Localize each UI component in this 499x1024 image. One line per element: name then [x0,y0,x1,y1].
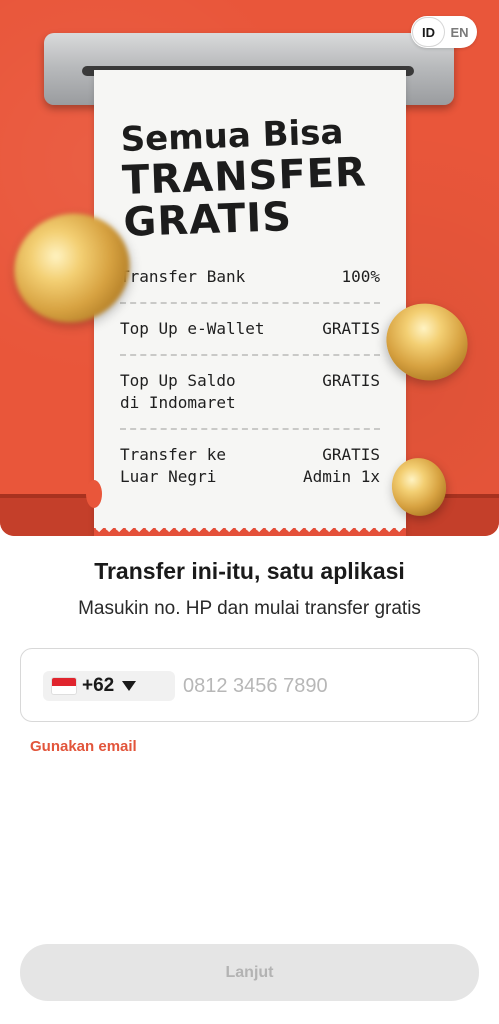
receipt-headline: Semua Bisa TRANSFER GRATIS [120,111,394,246]
receipt-notch-left [86,480,102,508]
use-email-link[interactable]: Gunakan email [30,738,137,755]
language-toggle[interactable]: ID EN [411,16,477,48]
receipt-row-label: Top Up Saldo di Indomaret [120,371,236,412]
hero-banner: Semua Bisa TRANSFER GRATIS Transfer Bank… [0,0,499,536]
receipt-row-value: GRATIS Admin 1x [302,445,380,486]
receipt-row: Top Up e-Wallet GRATIS [120,318,380,356]
language-option-id[interactable]: ID [413,18,444,46]
receipt-torn-edge [94,528,406,536]
receipt-row: Transfer ke Luar Negri GRATIS Admin 1x [120,444,380,502]
receipt-row-label: Top Up e-Wallet [120,319,265,338]
indonesia-flag-icon [52,678,76,694]
dial-code: +62 [82,675,115,696]
page-title: Transfer ini-itu, satu aplikasi [94,558,405,584]
receipt-row-value: 100% [341,267,380,286]
chevron-down-icon [122,681,137,691]
receipt-row-value: GRATIS [322,371,380,390]
receipt-row-value: GRATIS [322,319,380,338]
page-subtitle: Masukin no. HP dan mulai transfer gratis [78,598,421,619]
receipt-illustration: Semua Bisa TRANSFER GRATIS Transfer Bank… [86,70,414,536]
language-option-en[interactable]: EN [444,18,475,46]
country-code-selector[interactable]: +62 [43,671,175,701]
receipt-row-label: Transfer ke Luar Negri [120,445,226,486]
continue-button[interactable]: Lanjut [20,944,479,1001]
phone-field[interactable]: +62 [20,648,479,722]
headline-line-3: GRATIS [122,194,293,246]
receipt-rows: Transfer Bank 100% Top Up e-Wallet GRATI… [120,266,380,516]
phone-number-input[interactable] [183,667,463,705]
receipt-row: Top Up Saldo di Indomaret GRATIS [120,370,380,430]
receipt-row-label: Transfer Bank [120,267,246,286]
receipt-row: Transfer Bank 100% [120,266,380,304]
